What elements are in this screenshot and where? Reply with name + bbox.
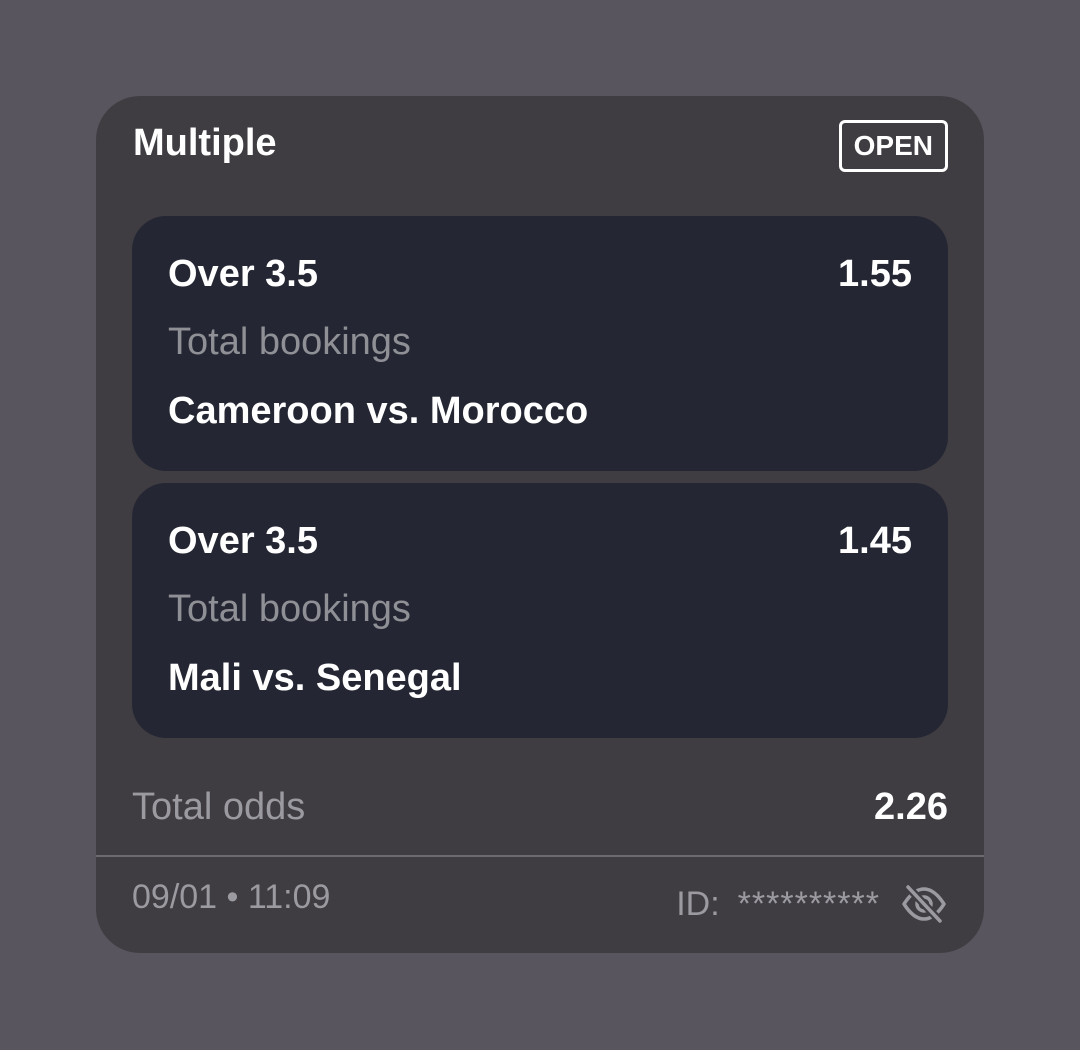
selection-match: Mali vs. Senegal [168,657,462,699]
selection-match: Cameroon vs. Morocco [168,390,589,432]
id-label: ID: [676,884,720,923]
selection-type: Total bookings [168,588,411,630]
total-odds-value: 2.26 [874,786,948,828]
id-value: ********** [737,884,880,923]
status-badge: OPEN [838,120,948,172]
ticket-title: Multiple [133,122,277,164]
divider [96,855,984,857]
selection-market: Over 3.5 [168,253,318,295]
selection-odds: 1.45 [838,520,912,562]
selection-type: Total bookings [168,321,411,363]
selection-card[interactable]: Over 3.5 1.55 Total bookings Cameroon vs… [132,216,948,471]
total-odds-label: Total odds [132,786,306,828]
selection-card[interactable]: Over 3.5 1.45 Total bookings Mali vs. Se… [132,483,948,738]
timestamp: 09/01 • 11:09 [132,878,331,916]
bet-ticket: Multiple OPEN Over 3.5 1.55 Total bookin… [96,96,984,953]
ticket-id: ID: ********** [676,884,948,924]
selection-odds: 1.55 [838,253,912,295]
eye-off-icon[interactable] [900,884,948,924]
selection-market: Over 3.5 [168,520,318,562]
